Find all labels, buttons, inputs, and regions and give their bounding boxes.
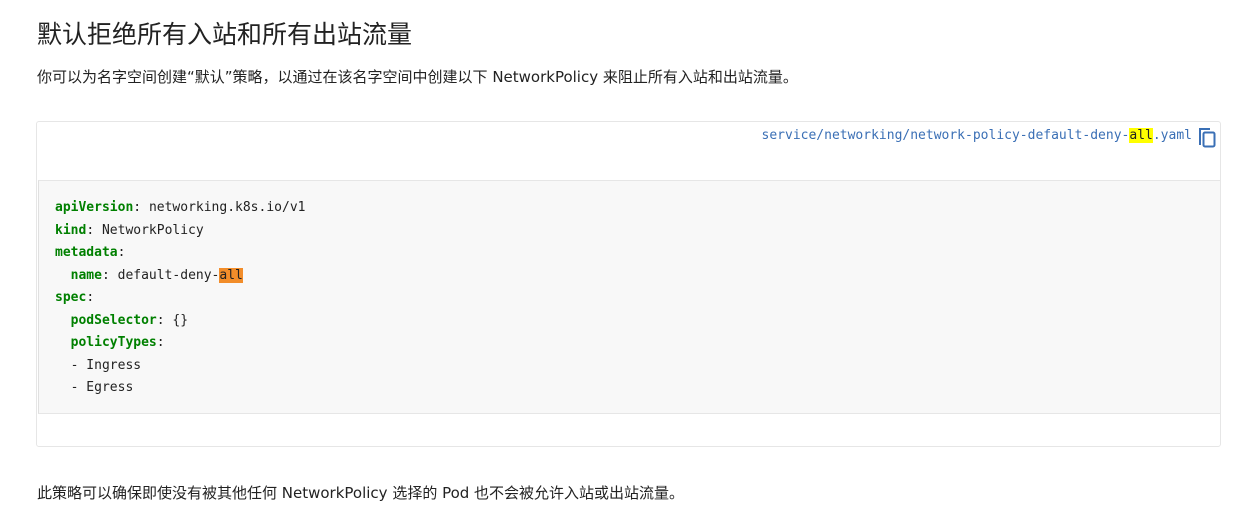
file-path-suffix: .yaml	[1152, 128, 1192, 143]
code-line: spec:	[55, 290, 95, 305]
yaml-key: metadata	[55, 245, 118, 260]
yaml-value: {}	[172, 312, 189, 328]
yaml-value: default-deny-	[117, 267, 220, 283]
yaml-list-item: - Egress	[70, 380, 134, 395]
code-line: policyTypes:	[70, 335, 165, 350]
yaml-list-item: - Ingress	[70, 357, 142, 373]
yaml-value: NetworkPolicy	[101, 222, 204, 238]
yaml-key: name	[70, 267, 102, 283]
source-file-link[interactable]: service/networking/network-policy-defaul…	[762, 126, 1192, 146]
code-line: - Egress	[55, 380, 134, 395]
yaml-key: podSelector	[70, 312, 157, 328]
yaml-value: networking.k8s.io/v1	[148, 200, 306, 215]
yaml-key: apiVersion	[55, 200, 134, 215]
outro-paragraph: 此策略可以确保即使没有被其他任何 NetworkPolicy 选择的 Pod 也…	[37, 484, 685, 502]
yaml-code: apiVersion: networking.k8s.io/v1 kind: N…	[55, 197, 305, 400]
code-block: apiVersion: networking.k8s.io/v1 kind: N…	[38, 180, 1220, 414]
code-card: service/networking/network-policy-defaul…	[36, 121, 1221, 447]
current-search-highlight: all	[219, 267, 243, 283]
code-line: - Ingress	[55, 358, 141, 373]
code-line: podSelector: {}	[70, 312, 189, 328]
copy-icon[interactable]	[1196, 125, 1218, 149]
yaml-key: kind	[55, 222, 87, 238]
yaml-key: policyTypes	[70, 335, 157, 350]
code-line: kind: NetworkPolicy	[55, 222, 204, 238]
file-path-prefix: service/networking/network-policy-defaul…	[761, 128, 1130, 143]
code-header: service/networking/network-policy-defaul…	[37, 122, 1220, 180]
code-line: apiVersion: networking.k8s.io/v1	[55, 200, 306, 215]
search-highlight: all	[1129, 128, 1153, 143]
page-heading: 默认拒绝所有入站和所有出站流量	[37, 20, 413, 49]
intro-paragraph: 你可以为名字空间创建“默认”策略，以通过在该名字空间中创建以下 NetworkP…	[37, 68, 798, 86]
code-line: name: default-deny-all	[70, 267, 243, 283]
yaml-key: spec	[55, 290, 87, 305]
code-line: metadata:	[55, 245, 126, 260]
